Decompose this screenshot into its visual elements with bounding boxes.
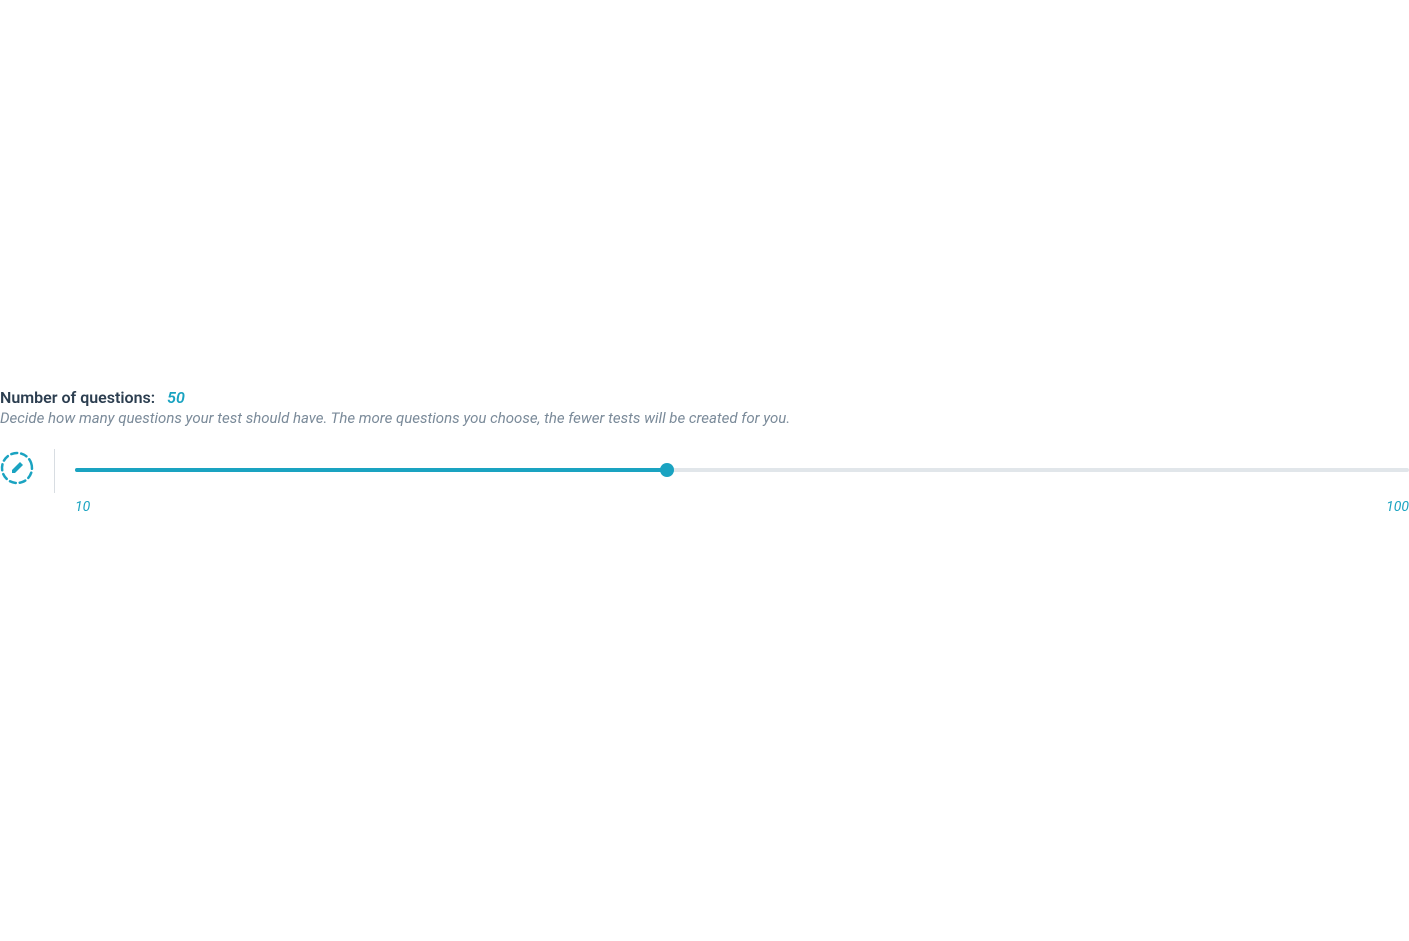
edit-icon [0,451,34,485]
slider-max-label: 100 [1386,499,1409,515]
slider-column: 10 100 [75,451,1409,515]
slider-min-label: 10 [75,499,90,515]
question-count-description: Decide how many questions your test shou… [0,409,1409,427]
vertical-divider [54,449,55,493]
question-count-slider[interactable] [75,463,1409,477]
slider-labels: 10 100 [75,499,1409,515]
question-count-value: 50 [167,388,185,407]
slider-track-fill [75,468,667,472]
question-count-header: Number of questions: 50 [0,388,1409,407]
slider-section: 10 100 [0,451,1409,515]
slider-thumb[interactable] [660,463,674,477]
question-count-title: Number of questions: [0,388,155,407]
